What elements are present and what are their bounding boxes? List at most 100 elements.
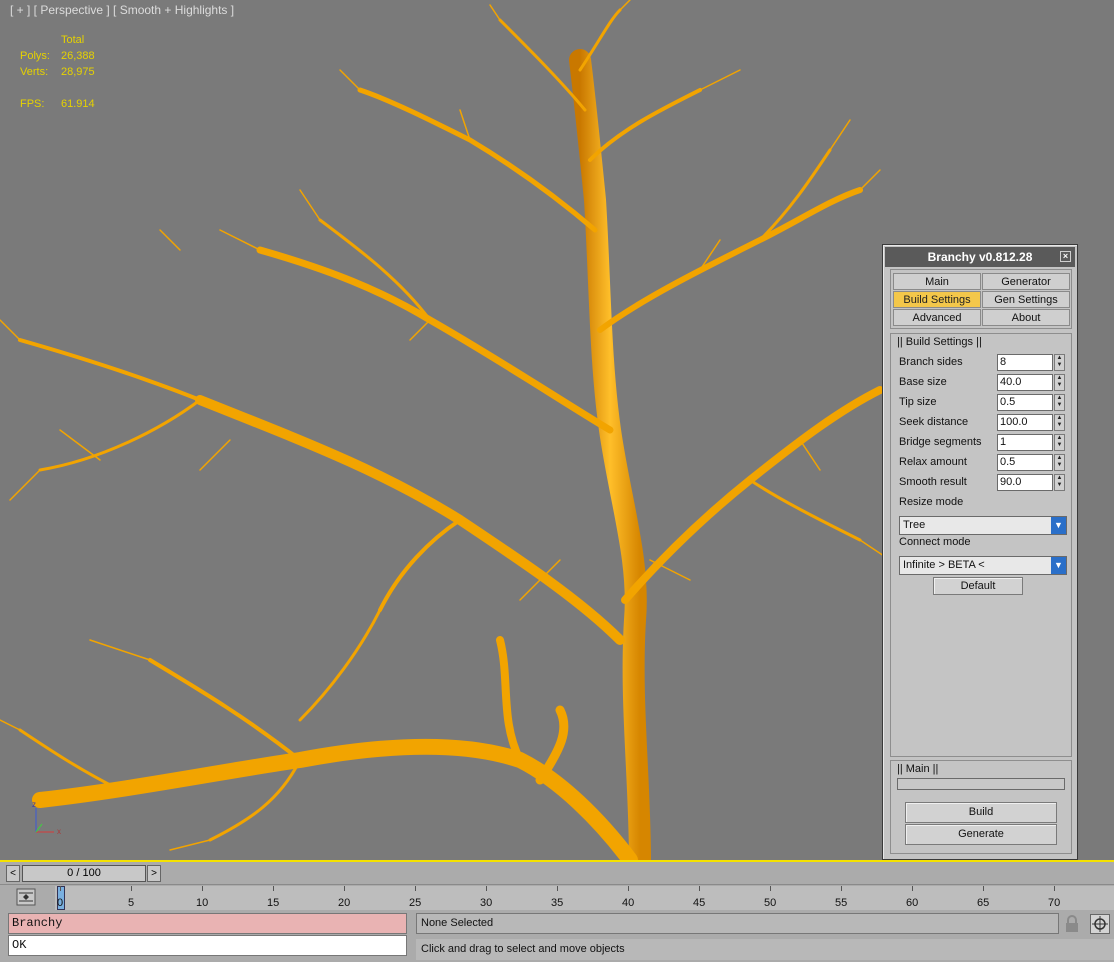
param-label: Bridge segments [899,436,982,448]
axis-z-label: z [32,800,36,809]
spinner-icon[interactable]: ▲ ▼ [1054,374,1065,391]
timeline-tick-label: 55 [835,897,848,909]
spinner-icon[interactable]: ▲ ▼ [1054,394,1065,411]
resize-mode-label: Resize mode [899,496,964,508]
timeline-tick-label: 25 [409,897,422,909]
smooth-result-field[interactable]: 90.0 [997,474,1053,491]
spinner-icon[interactable]: ▲ ▼ [1054,354,1065,371]
spinner-icon[interactable]: ▲ ▼ [1054,434,1065,451]
param-smooth-result: Smooth result 90.0 ▲ ▼ [897,474,1067,492]
prompt-line: Click and drag to select and move object… [416,939,1114,960]
tab-main[interactable]: Main [893,273,981,290]
spinner-icon[interactable]: ▲ ▼ [1054,414,1065,431]
timeline-tick [273,886,274,891]
spinner-icon[interactable]: ▲ ▼ [1054,474,1065,491]
key-filter-icon[interactable] [16,888,36,906]
build-settings-title: || Build Settings || [897,336,982,348]
branch-sides-field[interactable]: 8 [997,354,1053,371]
timeline-tick-label: 20 [338,897,351,909]
timeline-tick-label: 40 [622,897,635,909]
connect-mode-label: Connect mode [899,536,971,548]
param-bridge-segments: Bridge segments 1 ▲ ▼ [897,434,1067,452]
maxscript-listener-line[interactable]: Branchy [8,913,407,934]
seek-distance-field[interactable]: 100.0 [997,414,1053,431]
timeline-tick [344,886,345,891]
param-seek-distance: Seek distance 100.0 ▲ ▼ [897,414,1067,432]
stats-verts-label: Verts: [20,66,49,78]
track-area[interactable] [55,886,1114,910]
timeline-tick [983,886,984,891]
timeline-tick-label: 5 [128,897,135,909]
connect-mode-value: Infinite > BETA < [903,559,985,571]
timeline-tick-label: 35 [551,897,564,909]
resize-mode-value: Tree [903,519,926,531]
timeline-tick [557,886,558,891]
axis-x-label: x [57,827,61,836]
close-icon[interactable]: × [1060,251,1071,262]
connect-mode-dropdown[interactable]: Infinite > BETA < ▼ [899,556,1067,575]
param-label: Base size [899,376,947,388]
next-frame-button[interactable]: > [147,865,161,882]
param-label: Seek distance [899,416,969,428]
chevron-down-icon[interactable]: ▼ [1051,557,1066,574]
branchy-panel: Branchy v0.812.28 × Main Generator Build… [882,244,1078,860]
maxscript-input-line[interactable]: OK [8,935,407,956]
stats-polys-value: 26,388 [61,50,95,62]
tip-size-field[interactable]: 0.5 [997,394,1053,411]
param-label: Branch sides [899,356,963,368]
timeline-tick [202,886,203,891]
timeline-tick [628,886,629,891]
main-group: || Main || Build Generate [890,760,1072,854]
timeline-tick-label: 0 [57,897,64,909]
param-tip-size: Tip size 0.5 ▲ ▼ [897,394,1067,412]
timeline-tick-label: 70 [1048,897,1061,909]
relax-amount-field[interactable]: 0.5 [997,454,1053,471]
panel-title[interactable]: Branchy v0.812.28 × [885,247,1075,267]
timeline-tick [841,886,842,891]
spinner-icon[interactable]: ▲ ▼ [1054,454,1065,471]
param-label: Relax amount [899,456,967,468]
timeline-tick [912,886,913,891]
build-button[interactable]: Build [905,802,1057,823]
timeline-tick [1054,886,1055,891]
prev-frame-button[interactable]: < [6,865,20,882]
progress-bar [897,778,1065,790]
tab-advanced[interactable]: Advanced [893,309,981,326]
param-base-size: Base size 40.0 ▲ ▼ [897,374,1067,392]
resize-mode-dropdown[interactable]: Tree ▼ [899,516,1067,535]
stats-verts-value: 28,975 [61,66,95,78]
bridge-segments-field[interactable]: 1 [997,434,1053,451]
isolate-selection-icon[interactable] [1090,914,1110,934]
stats-polys-label: Polys: [20,50,50,62]
stats-fps-value: 61.914 [61,98,95,110]
param-label: Tip size [899,396,937,408]
stats-total-label: Total [61,34,85,46]
param-label: Smooth result [899,476,967,488]
timeline-tick-label: 50 [764,897,777,909]
panel-title-text: Branchy v0.812.28 [927,250,1033,264]
timeline-tick-label: 45 [693,897,706,909]
default-button[interactable]: Default [933,577,1023,595]
base-size-field[interactable]: 40.0 [997,374,1053,391]
timeline-tick-label: 15 [267,897,280,909]
timeline-tick-label: 30 [480,897,493,909]
timeline-tick [131,886,132,891]
timeline-tick-label: 10 [196,897,209,909]
tab-generator[interactable]: Generator [982,273,1070,290]
param-branch-sides: Branch sides 8 ▲ ▼ [897,354,1067,372]
tab-group: Main Generator Build Settings Gen Settin… [890,269,1072,329]
tab-build-settings[interactable]: Build Settings [893,291,981,308]
tab-gen-settings[interactable]: Gen Settings [982,291,1070,308]
lock-icon[interactable] [1064,915,1080,933]
viewport-stats: Total Polys: 26,388 Verts: 28,975 FPS: 61.9… [20,32,95,112]
chevron-down-icon[interactable]: ▼ [1051,517,1066,534]
timeline-tick [699,886,700,891]
viewport-label[interactable]: [ + ] [ Perspective ] [ Smooth + Highlig… [10,3,234,17]
timeline-tick [60,886,61,891]
timeline-tick [415,886,416,891]
generate-button[interactable]: Generate [905,824,1057,845]
build-settings-group: || Build Settings || Branch sides 8 ▲ ▼ B… [890,333,1072,757]
frame-slider[interactable]: 0 / 100 [22,865,146,882]
tab-about[interactable]: About [982,309,1070,326]
timeline-tick-label: 60 [906,897,919,909]
